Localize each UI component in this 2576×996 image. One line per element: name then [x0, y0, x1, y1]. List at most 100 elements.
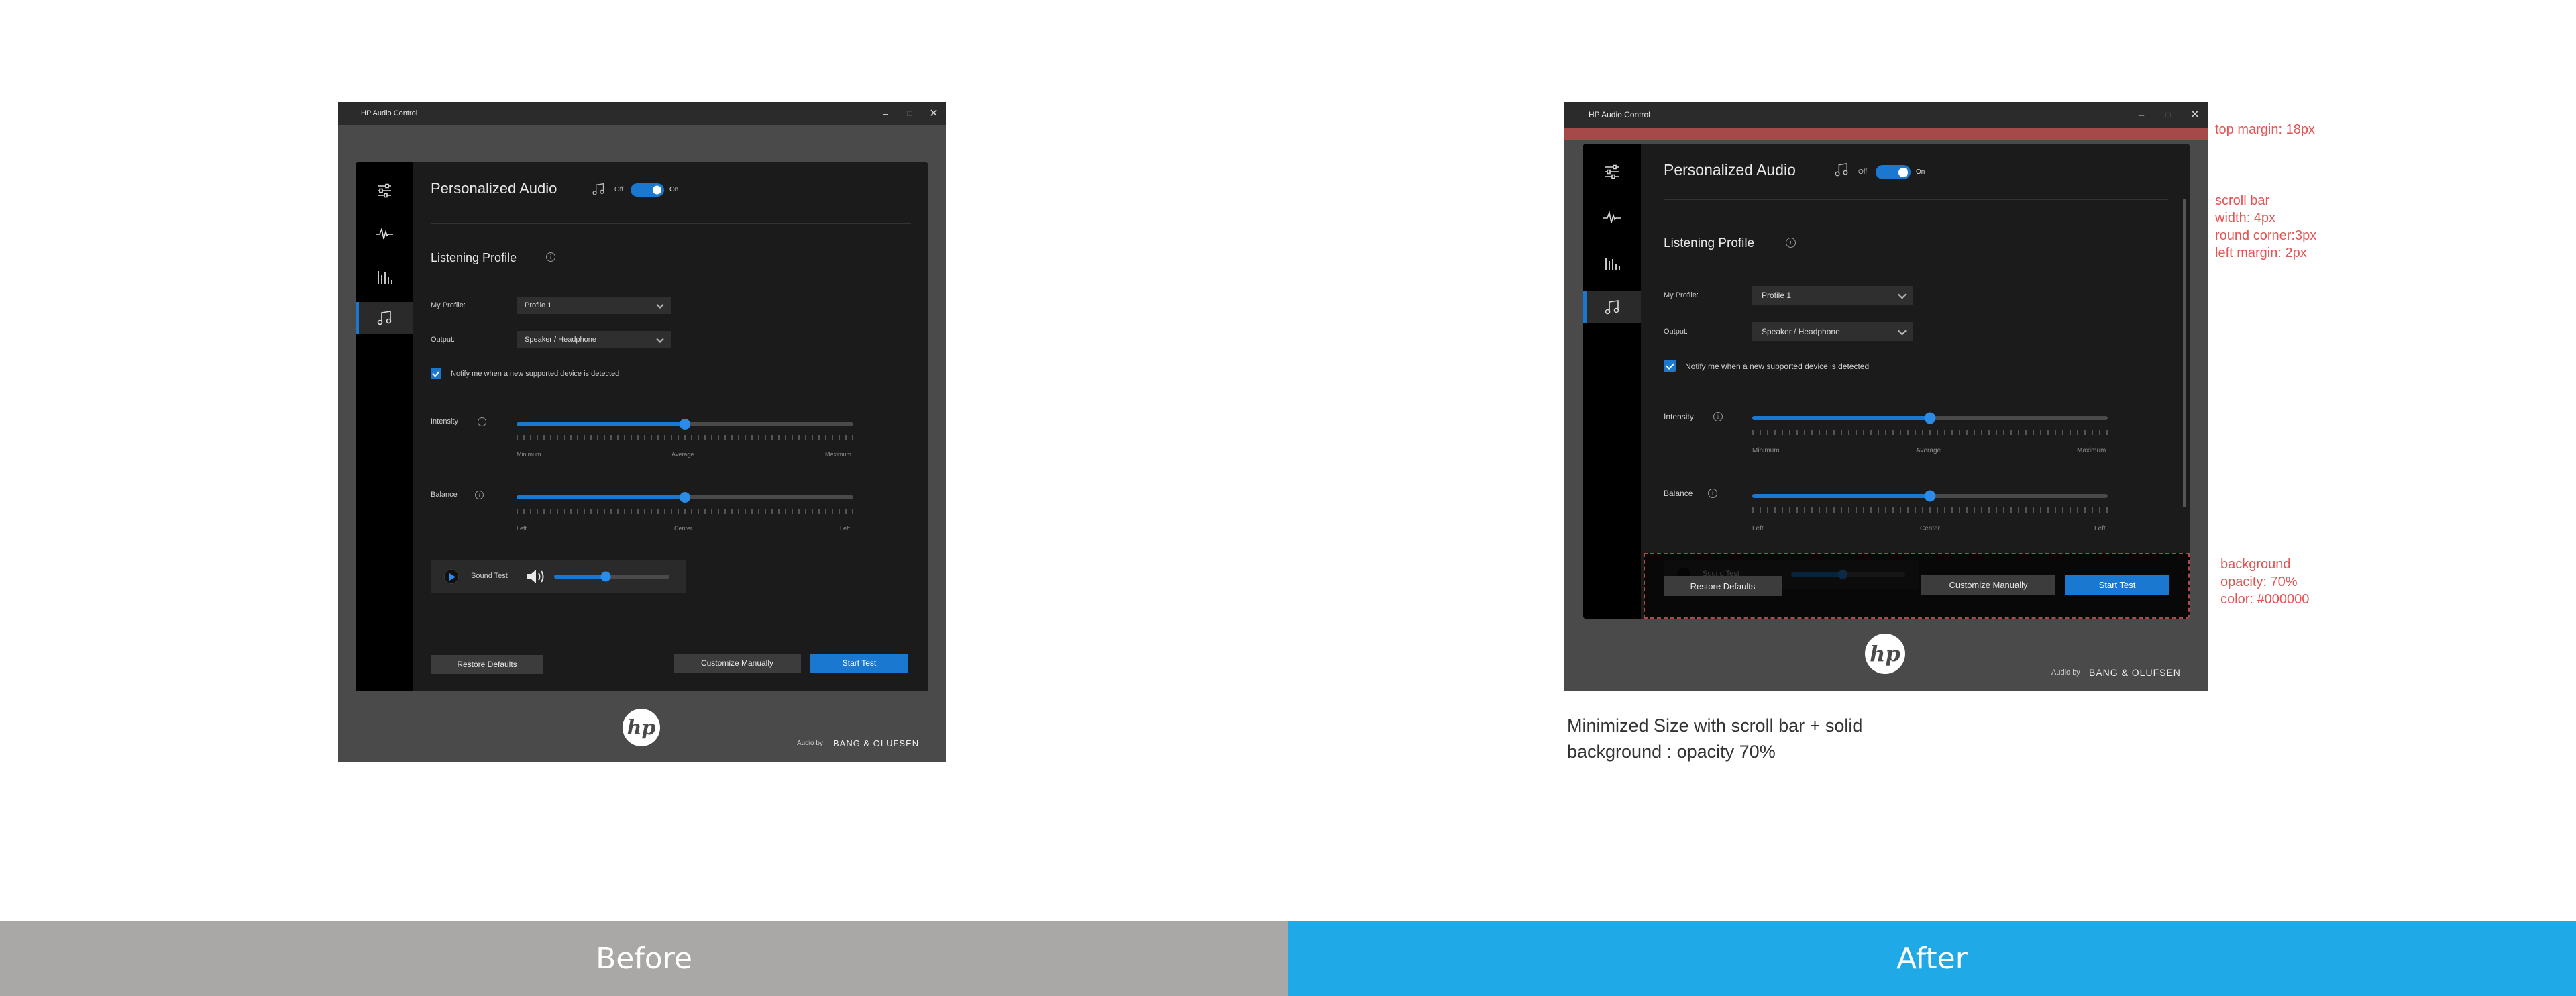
notify-checkbox[interactable] [1664, 360, 1676, 372]
tick-label-left: Left [1752, 525, 1764, 532]
play-icon [449, 573, 455, 581]
toggle-off-label: Off [1858, 168, 1868, 176]
start-test-button[interactable]: Start Test [2065, 575, 2169, 595]
caption-line: Minimized Size with scroll bar + solid [1567, 715, 1863, 736]
tick-label-right: Left [2094, 525, 2106, 532]
info-icon[interactable]: i [546, 252, 555, 262]
slider-thumb[interactable] [600, 571, 611, 582]
rail-item-personalized-audio[interactable] [1583, 291, 1641, 323]
balance-slider[interactable] [1752, 490, 2108, 502]
music-note-icon [592, 183, 604, 195]
waveform-icon [376, 227, 393, 240]
rail-item-waveform[interactable] [356, 219, 413, 248]
rail-item-waveform[interactable] [1583, 203, 1641, 232]
top-margin-indicator [1564, 128, 2208, 140]
info-icon[interactable]: i [1713, 412, 1723, 421]
slider-thumb[interactable] [1924, 412, 1936, 424]
start-test-button[interactable]: Start Test [810, 654, 908, 673]
output-label: Output: [431, 336, 455, 344]
window-title: HP Audio Control [1589, 110, 1650, 119]
info-icon[interactable]: i [475, 491, 484, 499]
close-button[interactable]: ✕ [922, 102, 946, 125]
maximize-button[interactable]: □ [2155, 102, 2182, 128]
window-title: HP Audio Control [361, 109, 418, 117]
annotation-top-margin: top margin: 18px [2215, 122, 2315, 137]
sliders-icon [378, 183, 391, 198]
output-label: Output: [1664, 328, 1688, 336]
audio-by-label: Audio by [797, 740, 823, 747]
tick-label-maximum: Maximum [825, 451, 852, 458]
sliders-icon [1605, 164, 1619, 179]
customize-manually-button[interactable]: Customize Manually [674, 654, 801, 673]
annotation-background: background opacity: 70% color: #000000 [2220, 556, 2309, 608]
music-note-icon [1835, 162, 1848, 177]
intensity-slider[interactable] [1752, 412, 2108, 424]
rail-item-equalizer[interactable] [356, 262, 413, 291]
minimize-button[interactable]: – [2128, 102, 2155, 128]
slider-thumb[interactable] [680, 492, 690, 503]
caption-line: background : opacity 70% [1567, 742, 1776, 762]
scroll-bar[interactable] [2183, 199, 2186, 507]
before-bar: Before [0, 921, 1288, 996]
slider-fill [517, 495, 685, 499]
annotation-line: round corner:3px [2215, 228, 2317, 243]
rail-item-personalized-audio[interactable] [356, 302, 413, 334]
customize-manually-button[interactable]: Customize Manually [1921, 575, 2055, 595]
balance-ticks [1752, 507, 2108, 513]
toggle-on-label: On [669, 186, 679, 193]
equalizer-icon [1605, 258, 1620, 270]
balance-slider[interactable] [517, 492, 853, 503]
play-button[interactable] [444, 569, 459, 584]
rail-item-settings[interactable] [356, 176, 413, 205]
header-divider [431, 223, 911, 224]
after-window: HP Audio Control – □ ✕ Personalized Audi… [1564, 102, 2208, 691]
minimize-button[interactable]: – [873, 102, 898, 125]
rail-item-equalizer[interactable] [1583, 248, 1641, 278]
balance-label: Balance [1664, 489, 1693, 498]
notify-label: Notify me when a new supported device is… [451, 370, 620, 378]
chevron-down-icon [656, 335, 664, 343]
tick-label-average: Average [672, 451, 694, 458]
my-profile-dropdown[interactable]: Profile 1 [1752, 286, 1913, 305]
music-note-icon [1605, 300, 1619, 315]
after-bar: After [1288, 921, 2576, 996]
slider-thumb[interactable] [1924, 490, 1936, 502]
tick-label-minimum: Minimum [517, 451, 541, 458]
output-value: Speaker / Headphone [525, 336, 597, 344]
brand-label: BANG & OLUFSEN [2089, 667, 2181, 678]
info-icon[interactable]: i [1786, 238, 1796, 248]
tick-label-minimum: Minimum [1752, 447, 1780, 454]
info-icon[interactable]: i [1708, 489, 1717, 498]
volume-slider[interactable] [554, 571, 669, 582]
my-profile-dropdown[interactable]: Profile 1 [517, 297, 671, 314]
personalized-audio-toggle[interactable] [1876, 165, 1911, 179]
chevron-down-icon [656, 301, 664, 309]
sound-test-label: Sound Test [471, 572, 508, 580]
output-dropdown[interactable]: Speaker / Headphone [517, 331, 671, 348]
intensity-slider[interactable] [517, 419, 853, 430]
caption: Minimized Size with scroll bar + solid b… [1567, 713, 1862, 765]
volume-icon[interactable] [526, 568, 546, 585]
slider-fill [554, 575, 606, 579]
restore-defaults-button[interactable]: Restore Defaults [431, 655, 543, 674]
rail-item-settings[interactable] [1583, 157, 1641, 187]
maximize-button[interactable]: □ [898, 102, 922, 125]
output-dropdown[interactable]: Speaker / Headphone [1752, 322, 1913, 341]
sound-test-card: Sound Test [431, 560, 686, 593]
annotation-line: background [2220, 557, 2291, 572]
close-button[interactable]: ✕ [2182, 102, 2208, 128]
slider-thumb[interactable] [680, 419, 690, 430]
section-title: Listening Profile [431, 251, 517, 264]
intensity-ticks [517, 435, 853, 440]
intensity-label: Intensity [431, 417, 458, 426]
notify-label: Notify me when a new supported device is… [1685, 362, 1870, 371]
restore-defaults-button[interactable]: Restore Defaults [1664, 576, 1782, 596]
info-icon[interactable]: i [478, 417, 486, 426]
personalized-audio-toggle[interactable] [631, 183, 664, 197]
notify-checkbox[interactable] [431, 368, 441, 379]
my-profile-value: Profile 1 [525, 301, 552, 309]
chevron-down-icon [1898, 326, 1907, 336]
main-panel: Personalized Audio Off On Listening Prof… [1583, 144, 2190, 619]
my-profile-value: Profile 1 [1762, 291, 1792, 300]
my-profile-label: My Profile: [1664, 291, 1699, 299]
